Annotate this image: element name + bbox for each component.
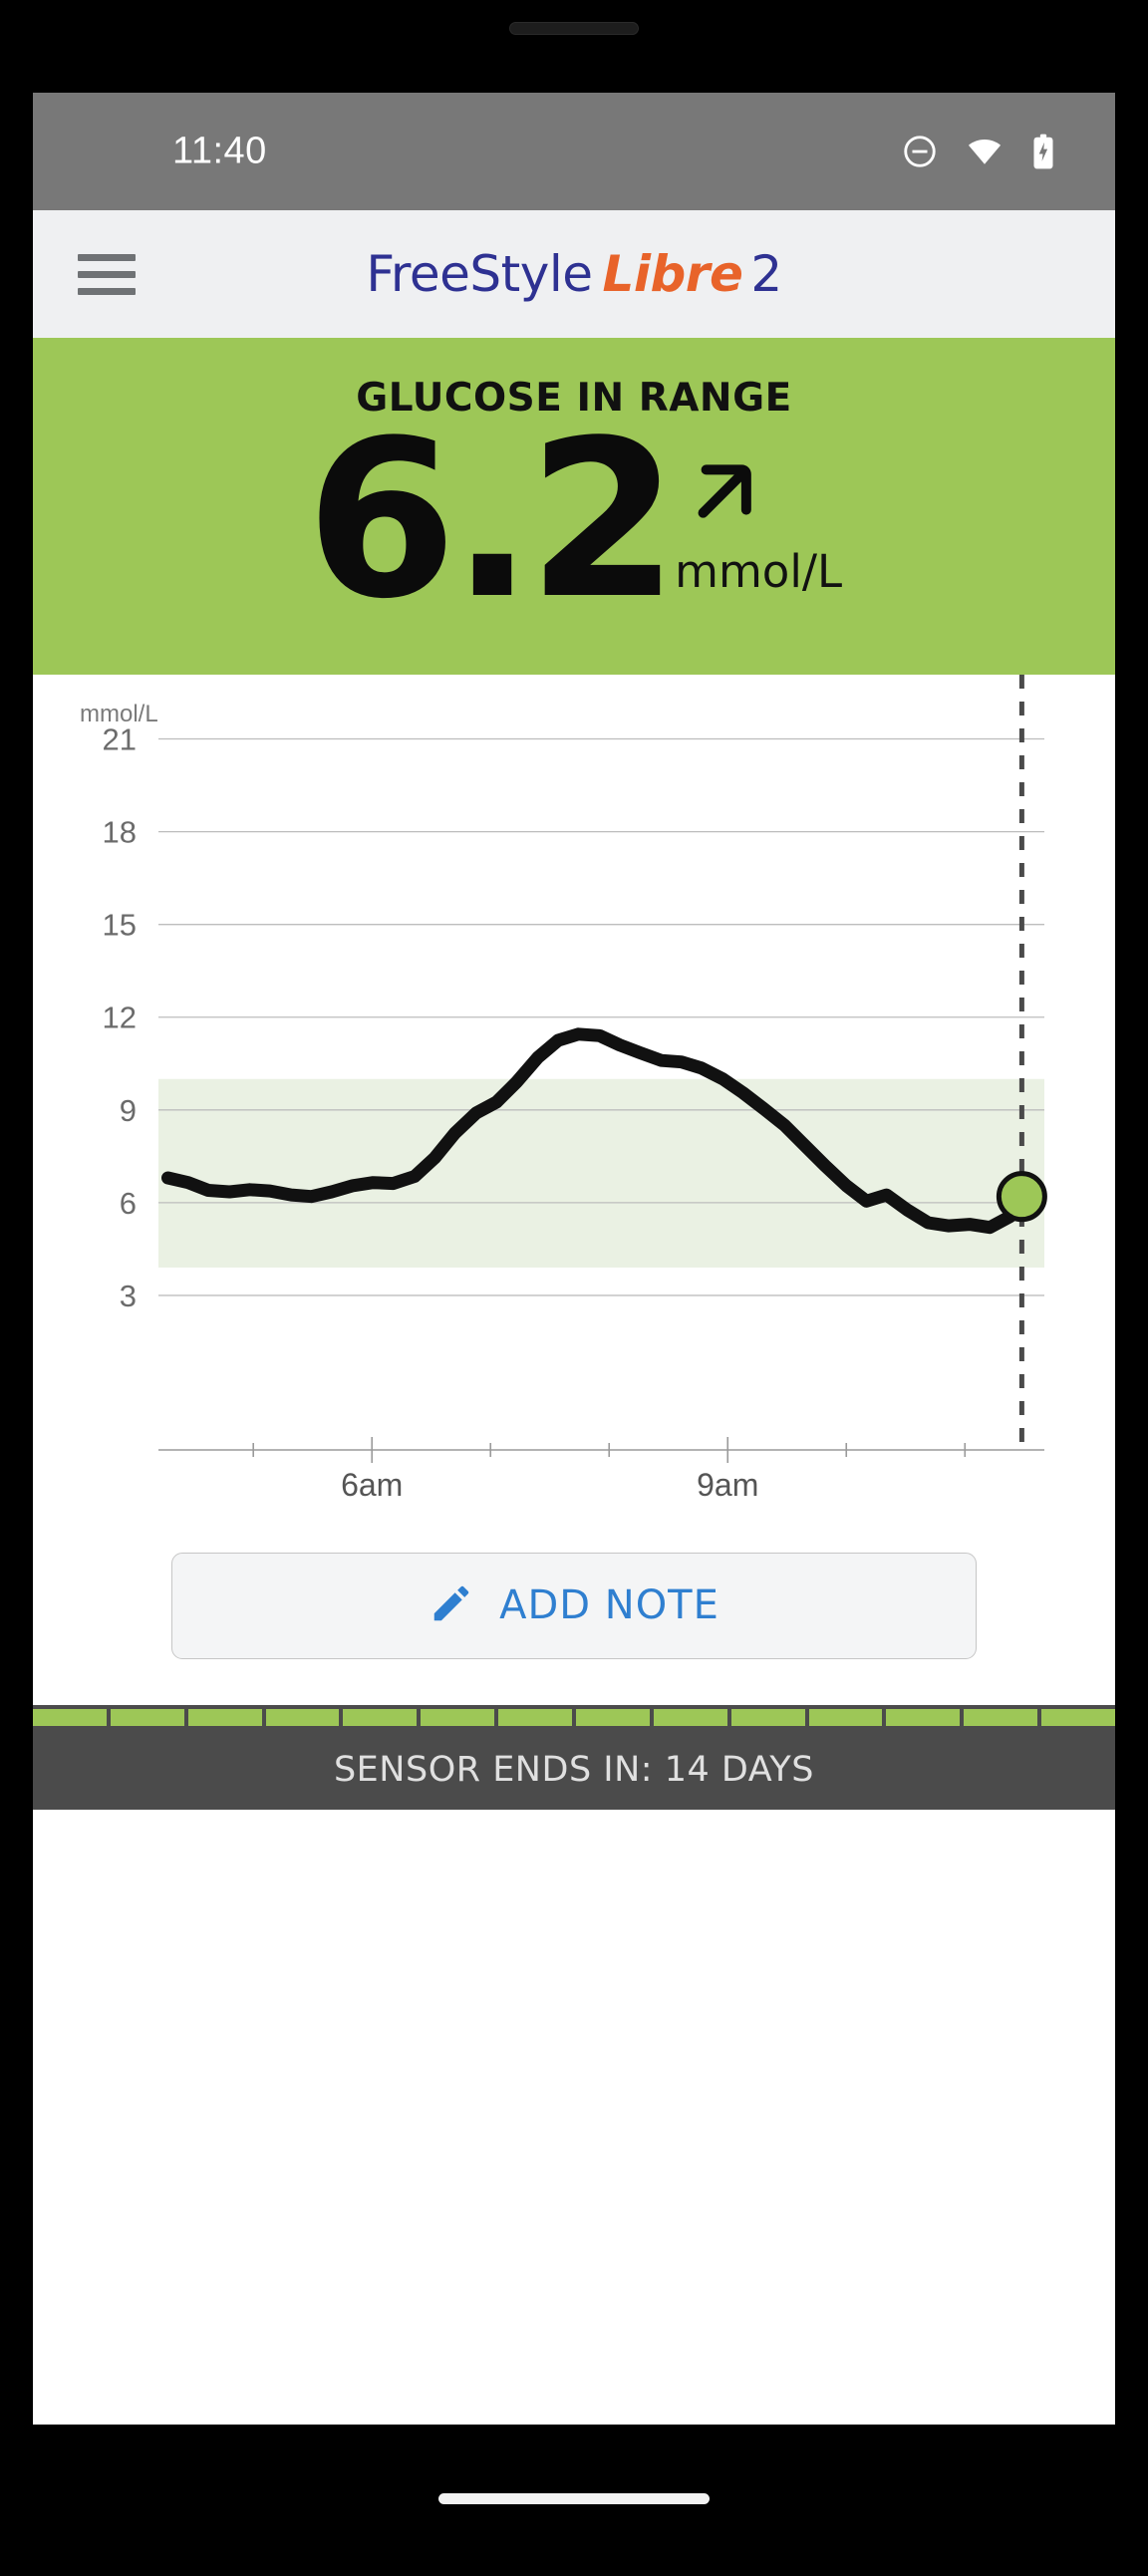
hamburger-menu-icon[interactable] [78,253,136,295]
sensor-segment [886,1709,961,1726]
chart-canvas: 21 18 15 12 9 6 3 6am 9am [103,675,1047,1503]
sensor-segment [730,1709,805,1726]
arrow-up-right-icon [679,446,770,543]
status-bar-icons [902,133,1055,170]
logo-libre: Libre [602,245,743,303]
home-indicator[interactable] [438,2493,710,2504]
app-logo: FreeStyle Libre 2 [366,245,782,303]
pencil-icon [429,1580,474,1631]
sensor-segment [1041,1709,1115,1726]
sensor-segment [33,1709,107,1726]
sensor-status-bar[interactable]: SENSOR ENDS IN: 14 DAYS [33,1730,1115,1810]
target-range-band [158,1078,1044,1269]
glucose-chart[interactable]: mmol/L 21 18 15 12 9 6 3 6am 9am [33,675,1115,1506]
sensor-segment [808,1709,883,1726]
chart-y-tick-label: 15 [103,908,137,943]
chart-x-tick-label: 6am [341,1467,403,1503]
chart-y-tick-label: 9 [120,1093,137,1128]
add-note-section: ADD NOTE [33,1506,1115,1705]
phone-frame: 11:40 FreeStyle Libre 2 GLUCOSE IN RANGE… [0,0,1148,2576]
camera-notch [509,22,639,35]
battery-charging-icon [1031,133,1055,170]
status-bar-clock: 11:40 [172,130,267,172]
logo-freestyle: FreeStyle [366,245,593,303]
status-bar: 11:40 [33,93,1115,210]
sensor-segment [265,1709,340,1726]
sensor-segment [576,1709,650,1726]
add-note-label: ADD NOTE [499,1582,719,1628]
chart-y-tick-label: 12 [103,1001,137,1035]
glucose-banner: GLUCOSE IN RANGE 6.2 mmol/L [33,338,1115,703]
sensor-segment [421,1709,495,1726]
wifi-icon [966,134,1004,169]
sensor-segment [187,1709,262,1726]
sensor-segment [964,1709,1038,1726]
sensor-status-text: SENSOR ENDS IN: 14 DAYS [333,1750,815,1790]
sensor-segment [653,1709,727,1726]
chart-y-tick-label: 18 [103,815,137,850]
add-note-button[interactable]: ADD NOTE [171,1552,977,1659]
current-reading-dot[interactable] [996,1171,1047,1223]
sensor-progress-bar [33,1705,1115,1730]
sensor-segment [343,1709,418,1726]
chart-y-tick-label: 3 [120,1279,137,1313]
phone-screen: 11:40 FreeStyle Libre 2 GLUCOSE IN RANGE… [33,93,1115,2425]
glucose-unit: mmol/L [675,545,843,598]
sensor-segment [498,1709,573,1726]
logo-two: 2 [750,245,782,303]
chart-x-tick-label: 9am [697,1467,758,1503]
glucose-value: 6.2 [305,395,679,647]
do-not-disturb-icon [902,134,938,169]
chart-y-tick-label: 6 [120,1186,137,1221]
glucose-reading: 6.2 mmol/L [33,413,1115,630]
chart-y-tick-label: 21 [103,722,137,757]
app-bar: FreeStyle Libre 2 [33,210,1115,338]
sensor-segment [110,1709,184,1726]
